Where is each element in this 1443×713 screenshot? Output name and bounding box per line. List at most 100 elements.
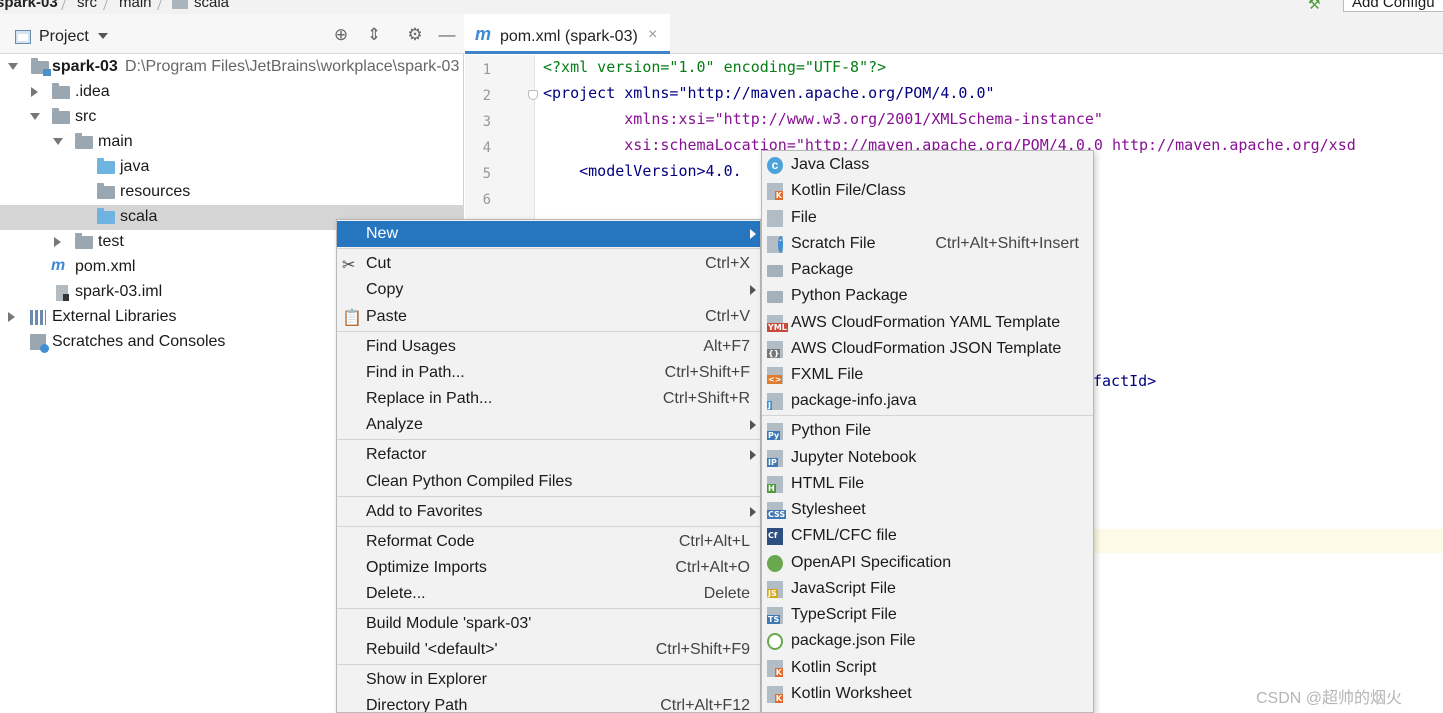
- submenu-item-label: TypeScript File: [791, 606, 897, 623]
- breadcrumb-main[interactable]: main: [119, 0, 152, 11]
- line-number: 5: [482, 166, 491, 182]
- menu-item-cut[interactable]: ✂ Cut Ctrl+X: [337, 251, 760, 277]
- chevron-down-icon[interactable]: [30, 113, 40, 120]
- submenu-item-package-json[interactable]: package.json File: [762, 628, 1093, 654]
- submenu-item-openapi[interactable]: OpenAPI Specification: [762, 550, 1093, 576]
- menu-item-label: Cut: [366, 255, 391, 272]
- submenu-item-file[interactable]: File: [762, 205, 1093, 231]
- line-number: 1: [482, 62, 491, 78]
- menu-item-show-in-explorer[interactable]: Show in Explorer: [337, 667, 760, 693]
- submenu-item-fxml[interactable]: <> FXML File: [762, 362, 1093, 388]
- menu-separator: [337, 439, 760, 440]
- submenu-item-javascript[interactable]: JS JavaScript File: [762, 576, 1093, 602]
- minimize-icon[interactable]: —: [438, 26, 456, 44]
- submenu-item-cfml[interactable]: Cf CFML/CFC file: [762, 523, 1093, 549]
- submenu-item-stylesheet[interactable]: CSS Stylesheet: [762, 497, 1093, 523]
- tree-item-spark-03[interactable]: spark-03 D:\Program Files\JetBrains\work…: [0, 55, 464, 80]
- add-configuration-button[interactable]: Add Configu: [1343, 0, 1443, 12]
- submenu-item-python-file[interactable]: Py Python File: [762, 418, 1093, 444]
- submenu-item-html[interactable]: H HTML File: [762, 471, 1093, 497]
- locate-target-icon[interactable]: ⊕: [332, 26, 350, 44]
- menu-item-add-to-favorites[interactable]: Add to Favorites: [337, 499, 760, 525]
- chevron-right-icon[interactable]: [31, 87, 38, 97]
- chevron-down-icon[interactable]: [98, 33, 108, 39]
- html-file-icon: H: [767, 476, 783, 493]
- tree-item-main[interactable]: main: [0, 130, 464, 155]
- project-view-selector[interactable]: Project: [39, 28, 89, 46]
- tab-pom-xml[interactable]: m pom.xml (spark-03) ×: [465, 14, 670, 54]
- submenu-item-scratch-file[interactable]: · Scratch File Ctrl+Alt+Shift+Insert: [762, 231, 1093, 257]
- submenu-item-aws-json[interactable]: {} AWS CloudFormation JSON Template: [762, 336, 1093, 362]
- close-icon[interactable]: ×: [648, 26, 657, 44]
- tree-item-src[interactable]: src: [0, 105, 464, 130]
- menu-item-label: Find in Path...: [366, 364, 465, 381]
- menu-item-optimize-imports[interactable]: Optimize Imports Ctrl+Alt+O: [337, 555, 760, 581]
- scratches-icon: [30, 334, 49, 353]
- line-number: 3: [482, 114, 491, 130]
- folder-icon: [75, 233, 93, 249]
- tree-item-label: java: [120, 158, 150, 175]
- code-fragment: factId>: [1093, 372, 1157, 390]
- submenu-item-label: Stylesheet: [791, 501, 866, 518]
- menu-item-clean-python[interactable]: Clean Python Compiled Files: [337, 469, 760, 495]
- submenu-item-aws-yaml[interactable]: YML AWS CloudFormation YAML Template: [762, 310, 1093, 336]
- submenu-item-kotlin-script[interactable]: K Kotlin Script: [762, 655, 1093, 681]
- menu-item-find-usages[interactable]: Find Usages Alt+F7: [337, 334, 760, 360]
- menu-item-find-in-path[interactable]: Find in Path... Ctrl+Shift+F: [337, 360, 760, 386]
- collapse-all-icon[interactable]: ⇕: [365, 26, 383, 44]
- code-line-3[interactable]: xmlns:xsi="http://www.w3.org/2001/XMLSch…: [543, 110, 1103, 128]
- stylesheet-icon: CSS: [767, 502, 787, 519]
- breadcrumb-project[interactable]: spark-03: [0, 0, 58, 11]
- fxml-icon: <>: [767, 367, 783, 384]
- menu-item-refactor[interactable]: Refactor: [337, 442, 760, 468]
- menu-item-rebuild[interactable]: Rebuild '<default>' Ctrl+Shift+F9: [337, 637, 760, 663]
- menu-item-directory-path[interactable]: Directory Path Ctrl+Alt+F12: [337, 693, 760, 712]
- menu-item-reformat-code[interactable]: Reformat Code Ctrl+Alt+L: [337, 529, 760, 555]
- menu-item-build-module[interactable]: Build Module 'spark-03': [337, 611, 760, 637]
- submenu-item-kotlin-file[interactable]: K Kotlin File/Class: [762, 178, 1093, 204]
- submenu-arrow-icon: [750, 229, 756, 239]
- chevron-down-icon[interactable]: [53, 138, 63, 145]
- submenu-item-java-class[interactable]: c Java Class: [762, 152, 1093, 178]
- chevron-right-icon[interactable]: [54, 237, 61, 247]
- menu-item-label: New: [366, 225, 399, 242]
- typescript-file-icon: TS: [767, 607, 783, 624]
- code-line-5[interactable]: <modelVersion>4.0.: [543, 162, 742, 180]
- fold-icon[interactable]: [528, 90, 538, 100]
- code-line-1[interactable]: <?xml version="1.0" encoding="UTF-8"?>: [543, 58, 886, 76]
- build-hammer-icon[interactable]: ⚒: [1308, 0, 1321, 13]
- tree-item-resources[interactable]: resources: [0, 180, 464, 205]
- menu-item-replace-in-path[interactable]: Replace in Path... Ctrl+Shift+R: [337, 386, 760, 412]
- kotlin-worksheet-icon: K: [767, 686, 783, 703]
- clipboard-icon: 📋: [342, 310, 362, 327]
- submenu-item-python-package[interactable]: Python Package: [762, 283, 1093, 309]
- submenu-item-package-info[interactable]: J package-info.java: [762, 388, 1093, 414]
- menu-item-copy[interactable]: Copy: [337, 277, 760, 303]
- gear-icon[interactable]: ⚙: [406, 26, 424, 44]
- tree-item-java[interactable]: java: [0, 155, 464, 180]
- folder-icon: [75, 133, 93, 149]
- submenu-item-typescript[interactable]: TS TypeScript File: [762, 602, 1093, 628]
- submenu-item-kotlin-worksheet[interactable]: K Kotlin Worksheet: [762, 681, 1093, 707]
- menu-item-delete[interactable]: Delete... Delete: [337, 581, 760, 607]
- menu-item-label: Add to Favorites: [366, 503, 483, 520]
- resources-folder-icon: [97, 183, 115, 199]
- chevron-right-icon[interactable]: [8, 312, 15, 322]
- submenu-item-package[interactable]: Package: [762, 257, 1093, 283]
- submenu-item-jupyter[interactable]: IP Jupyter Notebook: [762, 445, 1093, 471]
- submenu-item-shortcut: Ctrl+Alt+Shift+Insert: [935, 235, 1079, 252]
- code-line-2[interactable]: <project xmlns="http://maven.apache.org/…: [543, 84, 995, 102]
- menu-separator: [337, 248, 760, 249]
- tree-item-idea[interactable]: .idea: [0, 80, 464, 105]
- chevron-down-icon[interactable]: [8, 63, 18, 70]
- menu-item-analyze[interactable]: Analyze: [337, 412, 760, 438]
- menu-separator: [337, 664, 760, 665]
- project-panel-header: Project ⊕ ⇕ ⚙ —: [0, 14, 464, 54]
- menu-item-shortcut: Ctrl+V: [705, 308, 750, 325]
- menu-item-new[interactable]: New: [337, 221, 760, 247]
- menu-item-paste[interactable]: 📋 Paste Ctrl+V: [337, 304, 760, 330]
- breadcrumb-scala[interactable]: scala: [194, 0, 229, 11]
- tree-item-label: scala: [120, 208, 158, 225]
- breadcrumb-src[interactable]: src: [77, 0, 97, 11]
- line-number: 6: [482, 192, 491, 208]
